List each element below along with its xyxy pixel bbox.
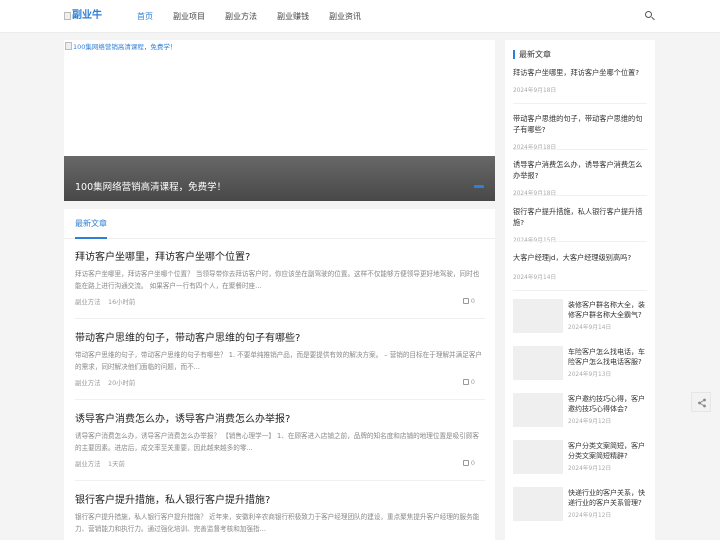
sidebar-article: 诱导客户消费怎么办，诱导客户消费怎么办举报? 2024年9月18日: [513, 159, 649, 197]
sidebar-thumb-article[interactable]: 客户分类文案简短，客户分类文案简短精辟? 2024年9月12日: [513, 440, 651, 476]
divider: [513, 241, 647, 242]
list-item: 拜访客户坐哪里，拜访客户坐哪个位置? 拜访客户坐哪里，拜访客户坐哪个位置？ 当领…: [75, 248, 485, 307]
thumb-article-date: 2024年9月12日: [568, 419, 612, 425]
post-category[interactable]: 副业方法: [75, 459, 101, 468]
like-button[interactable]: 0: [462, 297, 475, 305]
sidebar-article-title[interactable]: 大客户经理jd，大客户经理级别高吗?: [513, 252, 649, 263]
slider-indicator[interactable]: [474, 185, 484, 188]
article-thumbnail[interactable]: [513, 346, 563, 380]
post-excerpt: 拜访客户坐哪里，拜访客户坐哪个位置？ 当领导带你去拜访客户时，你应该坐在副驾驶的…: [75, 270, 480, 290]
thumb-article-date: 2024年9月14日: [568, 325, 612, 331]
broken-image-icon: [65, 42, 72, 50]
post-title[interactable]: 银行客户提升措施，私人银行客户提升措施?: [75, 491, 485, 506]
search-icon[interactable]: [645, 11, 655, 21]
sidebar-thumb-article[interactable]: 快递行业的客户关系，快递行业的客户关系管理? 2024年9月12日: [513, 487, 651, 523]
sidebar-thumb-article[interactable]: 车险客户怎么找电话，车险客户怎么找电话客服? 2024年9月13日: [513, 346, 651, 382]
thumbs-up-icon: [462, 460, 469, 466]
sidebar-heading: 最新文章: [513, 48, 551, 60]
banner-image: 100集网络营销高清课程，免费学！: [65, 41, 176, 51]
post-category[interactable]: 副业方法: [75, 378, 101, 387]
post-category[interactable]: 副业方法: [75, 297, 101, 306]
article-thumbnail[interactable]: [513, 299, 563, 333]
banner-slider[interactable]: 100集网络营销高清课程，免费学！ 100集网络营销高清课程，免费学！: [64, 40, 495, 201]
nav-item-methods[interactable]: 副业方法: [215, 0, 267, 33]
article-thumbnail[interactable]: [513, 393, 563, 427]
like-count: 0: [470, 297, 475, 305]
thumbs-up-icon: [462, 379, 469, 385]
sidebar-article-title[interactable]: 银行客户提升措施，私人银行客户提升措施?: [513, 206, 649, 228]
divider: [513, 195, 647, 196]
divider: [513, 149, 647, 150]
sidebar-article-date: 2024年9月14日: [513, 275, 557, 281]
nav-item-news[interactable]: 副业资讯: [319, 0, 371, 33]
site-logo[interactable]: 副业牛: [64, 9, 102, 23]
divider: [75, 318, 485, 319]
list-item: 带动客户思维的句子，带动客户思维的句子有哪些? 带动客户思维的句子，带动客户思维…: [75, 329, 485, 388]
tab-active-underline: [75, 237, 107, 239]
sidebar-article: 拜访客户坐哪里，拜访客户坐哪个位置? 2024年9月18日: [513, 67, 649, 94]
sidebar-article: 带动客户思维的句子，带动客户思维的句子有哪些? 2024年9月18日: [513, 113, 649, 151]
main-nav: 首页 副业项目 副业方法 副业赚钱 副业资讯: [127, 0, 371, 33]
thumb-article-date: 2024年9月12日: [568, 466, 612, 472]
tab-latest-articles[interactable]: 最新文章: [75, 209, 107, 239]
sidebar-article-date: 2024年9月15日: [513, 235, 649, 244]
thumb-article-title[interactable]: 装修客户群名称大全，装修客户群名称大全霸气?: [568, 300, 650, 320]
post-meta: 副业方法 16小时前 0: [75, 297, 485, 307]
sidebar-article: 银行客户提升措施，私人银行客户提升措施? 2024年9月15日: [513, 206, 649, 244]
heading-accent-bar: [513, 49, 515, 59]
thumbs-up-icon: [462, 298, 469, 304]
post-excerpt: 诱导客户消费怎么办，诱导客户消费怎么办举报？ 【销售心理学一】 1、在顾客进入店…: [75, 432, 480, 452]
article-list-panel: 最新文章 拜访客户坐哪里，拜访客户坐哪个位置? 拜访客户坐哪里，拜访客户坐哪个位…: [64, 209, 495, 540]
sidebar-thumb-article[interactable]: 装修客户群名称大全，装修客户群名称大全霸气? 2024年9月14日: [513, 299, 651, 335]
list-item: 诱导客户消费怎么办，诱导客户消费怎么办举报? 诱导客户消费怎么办，诱导客户消费怎…: [75, 410, 485, 469]
sidebar-article-title[interactable]: 拜访客户坐哪里，拜访客户坐哪个位置?: [513, 67, 649, 78]
banner-caption[interactable]: 100集网络营销高清课程，免费学！: [75, 179, 226, 193]
nav-item-home[interactable]: 首页: [127, 0, 163, 33]
post-excerpt: 银行客户提升措施，私人银行客户提升措施？ 近年来，安徽利辛农商银行积极致力于客户…: [75, 513, 480, 533]
thumb-article-date: 2024年9月13日: [568, 372, 612, 378]
sidebar-heading-text: 最新文章: [519, 49, 551, 59]
like-count: 0: [470, 378, 475, 386]
post-meta: 副业方法 1天前 0: [75, 459, 485, 469]
sidebar-thumb-article[interactable]: 客户邀约技巧心得，客户邀约技巧心得体会? 2024年9月12日: [513, 393, 651, 429]
divider: [513, 290, 647, 291]
post-time: 20小时前: [108, 379, 136, 387]
nav-item-earning[interactable]: 副业赚钱: [267, 0, 319, 33]
post-time: 1天前: [108, 460, 125, 468]
broken-image-icon: [64, 12, 71, 20]
thumb-article-date: 2024年9月12日: [568, 513, 612, 519]
post-time: 16小时前: [108, 298, 136, 306]
like-count: 0: [470, 459, 475, 467]
article-thumbnail[interactable]: [513, 487, 563, 521]
post-excerpt: 带动客户思维的句子，带动客户思维的句子有哪些？ 1. 不要单纯推销产品，而是要提…: [75, 351, 483, 371]
tab-bar: 最新文章: [64, 209, 495, 239]
sidebar-article-title[interactable]: 诱导客户消费怎么办，诱导客户消费怎么办举报?: [513, 159, 649, 181]
logo-alt-text: 副业牛: [72, 10, 102, 21]
thumb-article-title[interactable]: 客户邀约技巧心得，客户邀约技巧心得体会?: [568, 394, 650, 414]
share-button[interactable]: [691, 392, 711, 412]
thumb-article-title[interactable]: 车险客户怎么找电话，车险客户怎么找电话客服?: [568, 347, 650, 367]
post-title[interactable]: 诱导客户消费怎么办，诱导客户消费怎么办举报?: [75, 410, 485, 425]
sidebar-article-date: 2024年9月18日: [513, 88, 557, 94]
thumb-article-title[interactable]: 客户分类文案简短，客户分类文案简短精辟?: [568, 441, 650, 461]
thumb-article-title[interactable]: 快递行业的客户关系，快递行业的客户关系管理?: [568, 488, 650, 508]
divider: [75, 480, 485, 481]
post-title[interactable]: 带动客户思维的句子，带动客户思维的句子有哪些?: [75, 329, 485, 344]
list-item: 银行客户提升措施，私人银行客户提升措施? 银行客户提升措施，私人银行客户提升措施…: [75, 491, 485, 535]
article-thumbnail[interactable]: [513, 440, 563, 474]
sidebar-article: 大客户经理jd，大客户经理级别高吗? 2024年9月14日: [513, 252, 649, 281]
post-meta: 副业方法 20小时前 0: [75, 378, 485, 388]
banner-image-alt: 100集网络营销高清课程，免费学！: [73, 43, 177, 51]
share-icon: [698, 398, 706, 408]
divider: [75, 399, 485, 400]
like-button[interactable]: 0: [462, 378, 475, 386]
divider: [513, 103, 647, 104]
post-title[interactable]: 拜访客户坐哪里，拜访客户坐哪个位置?: [75, 248, 485, 263]
like-button[interactable]: 0: [462, 459, 475, 467]
nav-item-projects[interactable]: 副业项目: [163, 0, 215, 33]
top-navbar: 副业牛 首页 副业项目 副业方法 副业赚钱 副业资讯: [0, 0, 720, 33]
sidebar-article-title[interactable]: 带动客户思维的句子，带动客户思维的句子有哪些?: [513, 113, 649, 135]
sidebar-latest-articles: 最新文章 拜访客户坐哪里，拜访客户坐哪个位置? 2024年9月18日 带动客户思…: [505, 40, 655, 540]
